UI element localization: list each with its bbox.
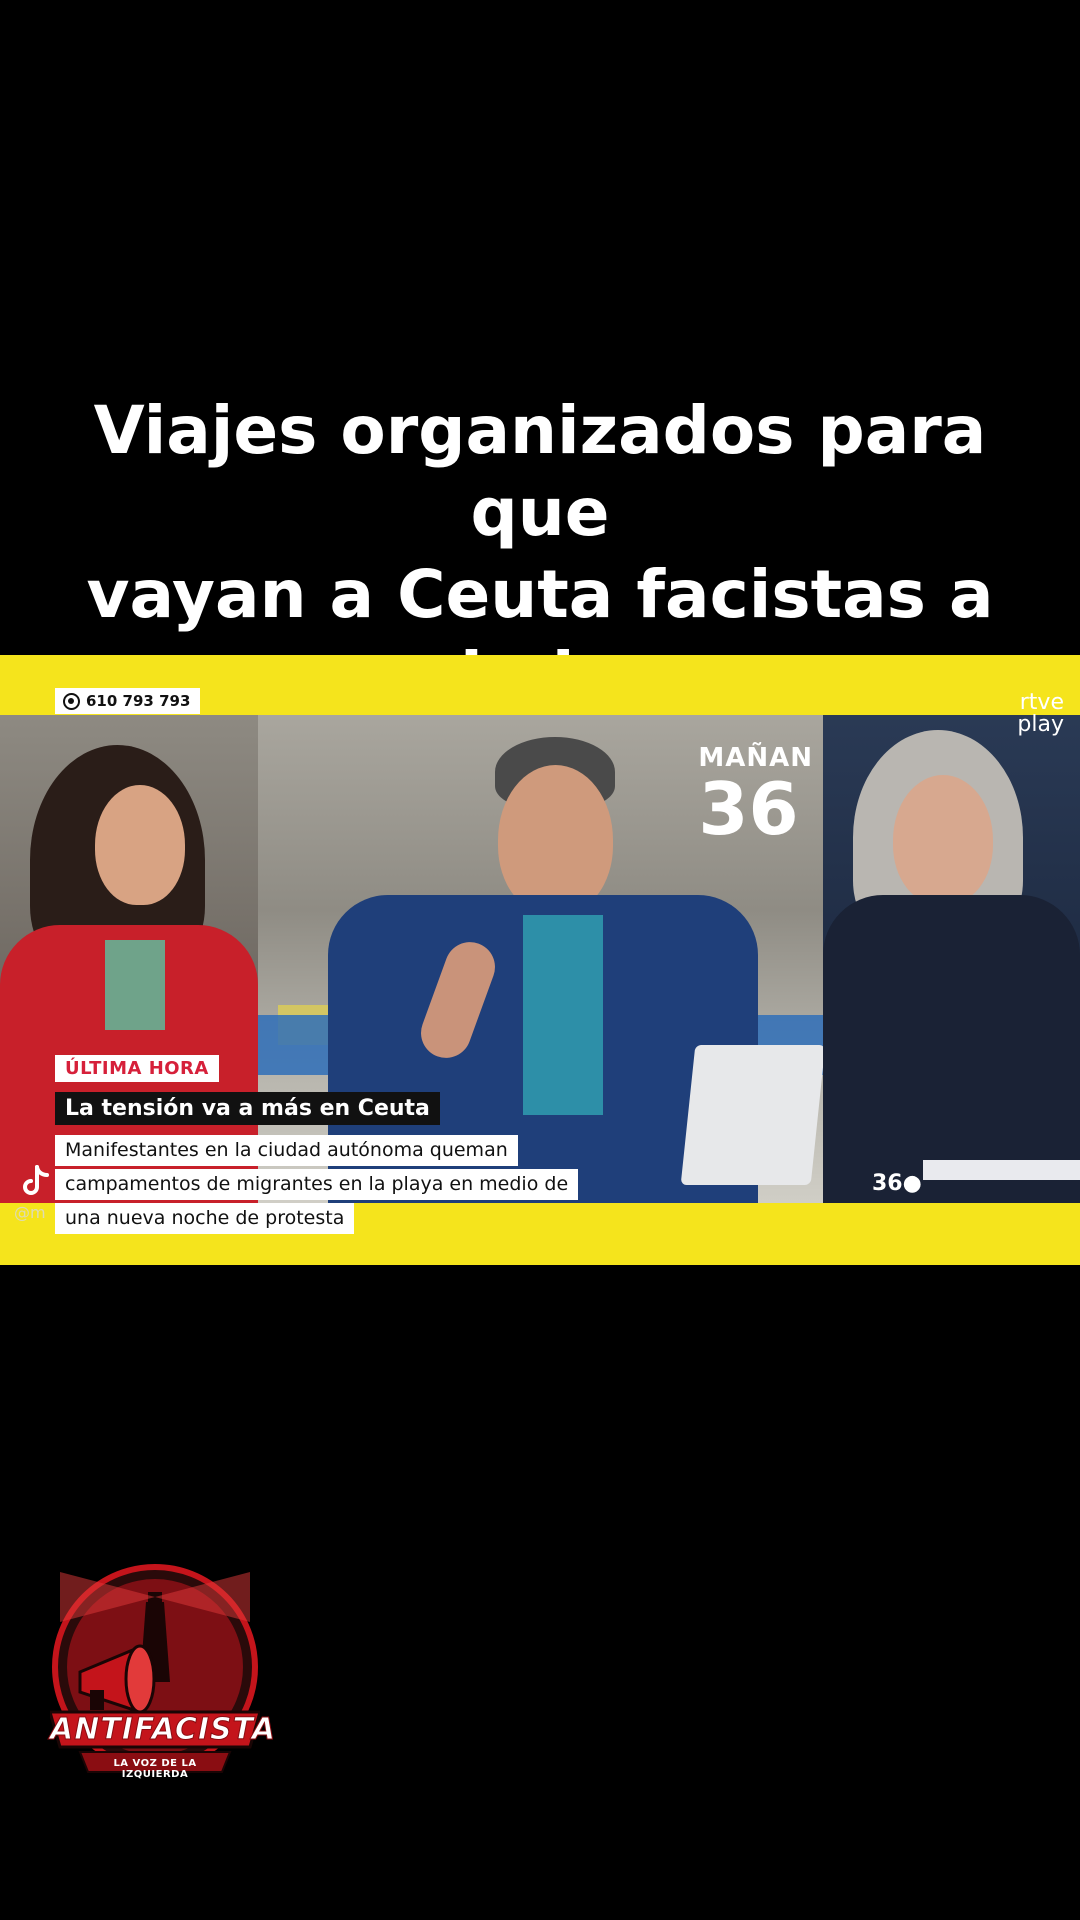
caption-line-1: Viajes organizados para que (93, 392, 987, 551)
phone-number: 610 793 793 (86, 692, 191, 710)
studio-mark: MAÑAN 36 (698, 743, 813, 845)
guest-jacket (823, 895, 1080, 1203)
broadcast-scene: MAÑAN 36 (0, 715, 1080, 1203)
laptop (680, 1045, 823, 1185)
news-subtitle-line-1: Manifestantes en la ciudad autónoma quem… (55, 1135, 518, 1166)
right-guest-panel (823, 715, 1080, 1203)
rtve-logo-line2: play (1017, 712, 1064, 737)
video-player[interactable]: MAÑAN 36 610 793 793 rtve play ÚLTIMA HO… (0, 655, 1080, 1265)
presenter-face (498, 765, 613, 915)
face-shape (95, 785, 185, 905)
news-subtitle-line-2: campamentos de migrantes en la playa en … (55, 1169, 579, 1200)
left-guest-panel (0, 715, 258, 1203)
presenter-shirt (523, 915, 603, 1115)
rtve-logo-line1: rtve (1019, 690, 1064, 715)
presenter-panel: MAÑAN 36 (258, 715, 823, 1203)
rtve-play-logo: rtve play (1017, 692, 1064, 736)
blouse (105, 940, 165, 1030)
news-headline: La tensión va a más en Ceuta (55, 1092, 440, 1125)
news-subtitle-line-3: una nueva noche de protesta (55, 1203, 355, 1234)
guest-face (893, 775, 993, 905)
tiktok-username: @m (14, 1203, 46, 1222)
program-logo: 36● (872, 1171, 922, 1196)
tiktok-icon (23, 1165, 49, 1195)
antifacista-badge: ANTIFACISTA LA VOZ DE LA IZQUIERDA (48, 1562, 277, 1792)
breaking-news-tag: ÚLTIMA HORA (55, 1055, 219, 1082)
studio-mark-line2: 36 (698, 767, 799, 851)
whatsapp-icon (63, 692, 80, 710)
phone-pill: 610 793 793 (55, 688, 201, 714)
papers (923, 1160, 1080, 1180)
badge-subtitle: LA VOZ DE LA IZQUIERDA (113, 1758, 197, 1780)
badge-title: ANTIFACISTA (50, 1712, 277, 1748)
